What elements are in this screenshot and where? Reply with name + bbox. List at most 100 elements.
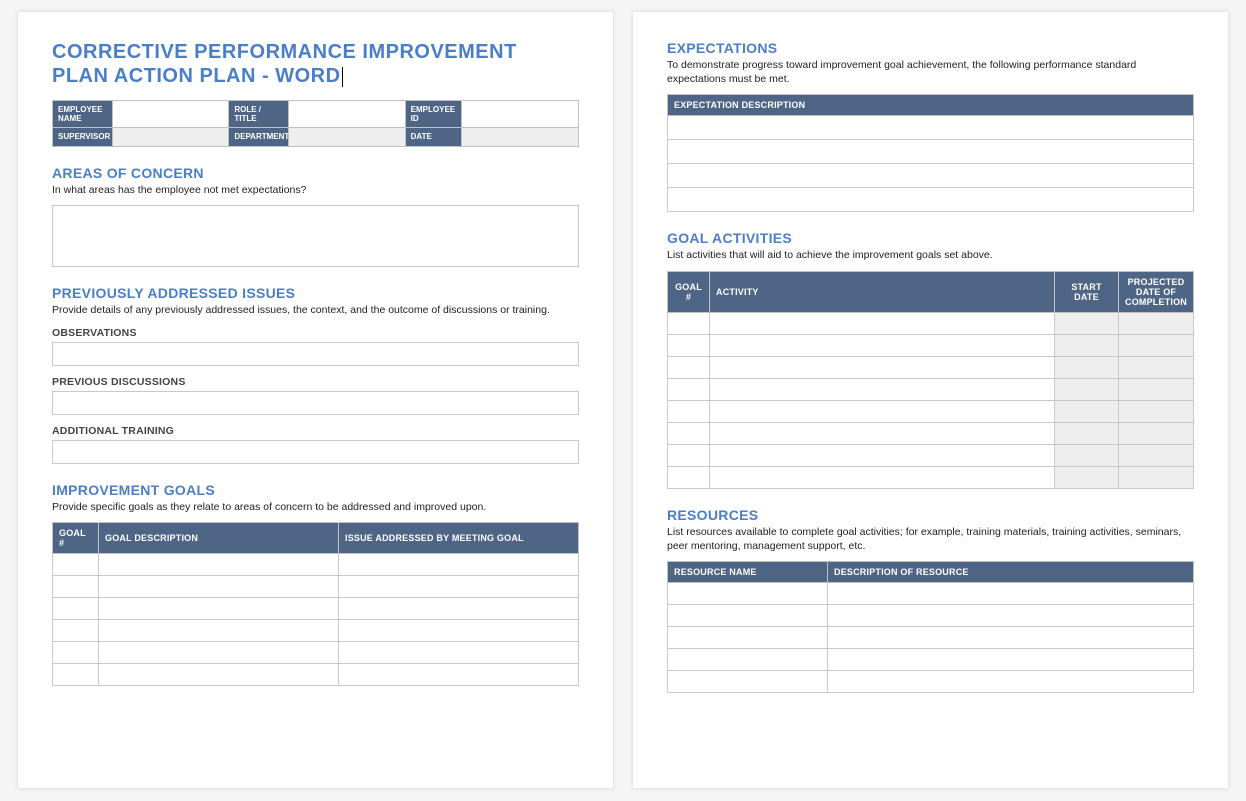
- table-cell[interactable]: [668, 140, 1194, 164]
- label-date: DATE: [406, 128, 462, 145]
- table-cell[interactable]: [1055, 466, 1119, 488]
- table-cell[interactable]: [710, 422, 1055, 444]
- label-observations: OBSERVATIONS: [52, 327, 579, 339]
- table-cell[interactable]: [828, 604, 1194, 626]
- discussions-textbox[interactable]: [52, 391, 579, 415]
- th-goal-desc: GOAL DESCRIPTION: [99, 523, 339, 554]
- table-cell[interactable]: [710, 312, 1055, 334]
- table-cell[interactable]: [1119, 400, 1194, 422]
- table-cell[interactable]: [710, 378, 1055, 400]
- table-cell[interactable]: [668, 604, 828, 626]
- table-cell[interactable]: [828, 670, 1194, 692]
- page-2: EXPECTATIONS To demonstrate progress tow…: [633, 12, 1228, 788]
- field-employee-id[interactable]: [462, 101, 578, 128]
- table-cell[interactable]: [668, 334, 710, 356]
- table-cell[interactable]: [668, 312, 710, 334]
- table-cell[interactable]: [1119, 422, 1194, 444]
- improvement-goals-table: GOAL # GOAL DESCRIPTION ISSUE ADDRESSED …: [52, 522, 579, 686]
- table-cell[interactable]: [53, 598, 99, 620]
- table-cell[interactable]: [53, 642, 99, 664]
- table-cell[interactable]: [339, 576, 579, 598]
- table-cell[interactable]: [710, 334, 1055, 356]
- table-cell[interactable]: [1055, 400, 1119, 422]
- table-cell[interactable]: [710, 444, 1055, 466]
- label-department: DEPARTMENT: [229, 128, 289, 145]
- title-text: CORRECTIVE PERFORMANCE IMPROVEMENT PLAN …: [52, 41, 517, 87]
- table-cell[interactable]: [710, 400, 1055, 422]
- table-cell[interactable]: [339, 620, 579, 642]
- table-cell[interactable]: [668, 356, 710, 378]
- areas-textbox[interactable]: [52, 205, 579, 267]
- table-cell[interactable]: [1119, 312, 1194, 334]
- table-cell[interactable]: [1119, 356, 1194, 378]
- heading-areas: AREAS OF CONCERN: [52, 165, 579, 181]
- table-cell[interactable]: [99, 642, 339, 664]
- table-cell[interactable]: [668, 378, 710, 400]
- table-cell[interactable]: [828, 582, 1194, 604]
- table-cell[interactable]: [339, 664, 579, 686]
- table-cell[interactable]: [53, 576, 99, 598]
- table-cell[interactable]: [99, 576, 339, 598]
- table-cell[interactable]: [99, 620, 339, 642]
- table-cell[interactable]: [828, 648, 1194, 670]
- table-cell[interactable]: [1055, 444, 1119, 466]
- document-title: CORRECTIVE PERFORMANCE IMPROVEMENT PLAN …: [52, 40, 579, 88]
- table-cell[interactable]: [339, 642, 579, 664]
- table-cell[interactable]: [668, 164, 1194, 188]
- table-cell[interactable]: [668, 648, 828, 670]
- table-cell[interactable]: [1055, 378, 1119, 400]
- resources-table: RESOURCE NAME DESCRIPTION OF RESOURCE: [667, 561, 1194, 693]
- table-cell[interactable]: [668, 444, 710, 466]
- table-cell[interactable]: [668, 670, 828, 692]
- employee-info-grid: EMPLOYEE NAME ROLE / TITLE EMPLOYEE ID S…: [52, 100, 579, 147]
- table-cell[interactable]: [1055, 312, 1119, 334]
- table-cell[interactable]: [53, 664, 99, 686]
- th-goal-issue: ISSUE ADDRESSED BY MEETING GOAL: [339, 523, 579, 554]
- th-goal-num: GOAL #: [53, 523, 99, 554]
- th-ga-activity: ACTIVITY: [710, 271, 1055, 312]
- field-supervisor[interactable]: [113, 128, 229, 145]
- table-cell[interactable]: [1055, 334, 1119, 356]
- table-cell[interactable]: [53, 620, 99, 642]
- field-role[interactable]: [289, 101, 405, 128]
- table-cell[interactable]: [1055, 422, 1119, 444]
- table-cell[interactable]: [668, 626, 828, 648]
- table-cell[interactable]: [828, 626, 1194, 648]
- label-training: ADDITIONAL TRAINING: [52, 425, 579, 437]
- th-exp-desc: EXPECTATION DESCRIPTION: [668, 95, 1194, 116]
- field-department[interactable]: [289, 128, 405, 145]
- desc-goals: Provide specific goals as they relate to…: [52, 500, 579, 514]
- table-cell[interactable]: [1119, 378, 1194, 400]
- table-cell[interactable]: [668, 116, 1194, 140]
- table-cell[interactable]: [668, 582, 828, 604]
- table-cell[interactable]: [1055, 356, 1119, 378]
- expectations-table: EXPECTATION DESCRIPTION: [667, 94, 1194, 212]
- heading-resources: RESOURCES: [667, 507, 1194, 523]
- table-cell[interactable]: [1119, 444, 1194, 466]
- desc-resources: List resources available to complete goa…: [667, 525, 1194, 553]
- table-cell[interactable]: [53, 554, 99, 576]
- training-textbox[interactable]: [52, 440, 579, 464]
- th-ga-start: START DATE: [1055, 271, 1119, 312]
- field-employee-name[interactable]: [113, 101, 229, 128]
- th-ga-projected: PROJECTED DATE OF COMPLETION: [1119, 271, 1194, 312]
- table-cell[interactable]: [710, 466, 1055, 488]
- heading-expectations: EXPECTATIONS: [667, 40, 1194, 56]
- heading-activities: GOAL ACTIVITIES: [667, 230, 1194, 246]
- table-cell[interactable]: [710, 356, 1055, 378]
- table-cell[interactable]: [339, 554, 579, 576]
- table-cell[interactable]: [668, 422, 710, 444]
- table-cell[interactable]: [668, 466, 710, 488]
- table-cell[interactable]: [668, 188, 1194, 212]
- table-cell[interactable]: [668, 400, 710, 422]
- table-cell[interactable]: [1119, 466, 1194, 488]
- goal-activities-table: GOAL # ACTIVITY START DATE PROJECTED DAT…: [667, 271, 1194, 489]
- label-role: ROLE / TITLE: [229, 101, 289, 128]
- field-date[interactable]: [462, 128, 578, 145]
- table-cell[interactable]: [99, 554, 339, 576]
- table-cell[interactable]: [1119, 334, 1194, 356]
- table-cell[interactable]: [99, 598, 339, 620]
- table-cell[interactable]: [99, 664, 339, 686]
- table-cell[interactable]: [339, 598, 579, 620]
- observations-textbox[interactable]: [52, 342, 579, 366]
